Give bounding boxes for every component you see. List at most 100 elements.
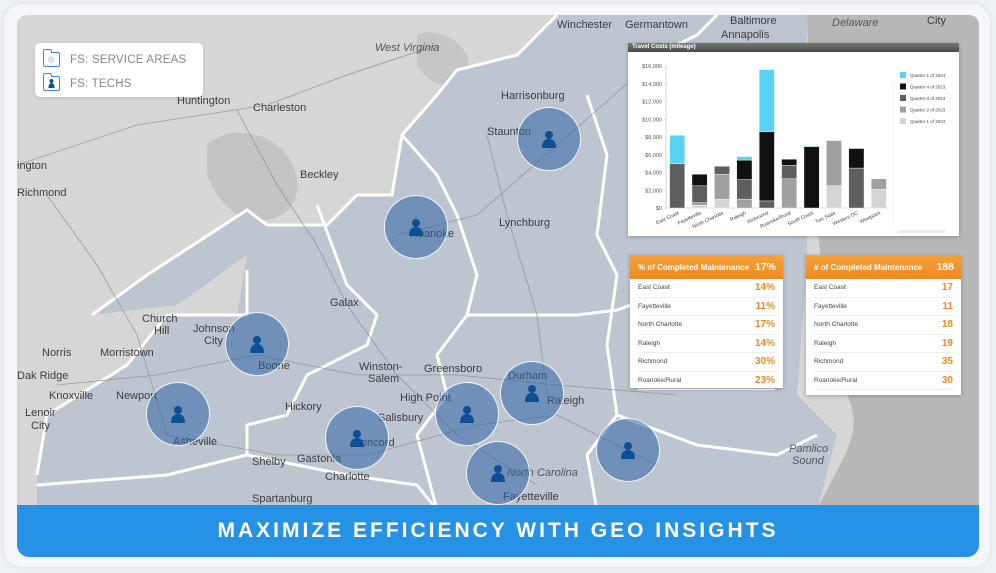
y-tick-label: $0 (656, 206, 662, 212)
legend-label[interactable]: Quarter 1 of 2023 (910, 119, 946, 124)
city-label: Lynchburg (499, 217, 550, 229)
city-label: Beckley (300, 169, 339, 181)
x-tick-label: Westpoint (859, 210, 882, 225)
region-name: Raleigh (638, 339, 661, 347)
legend-label: FS: SERVICE AREAS (70, 53, 187, 66)
bar-segment[interactable] (691, 202, 708, 206)
city-label: City (927, 15, 946, 27)
city-label: Charleston (253, 102, 307, 114)
bar-segment[interactable] (826, 140, 842, 187)
legend-swatch (900, 118, 906, 124)
legend-label[interactable]: Quarter 1 of 2024 (910, 73, 946, 78)
tech-pin[interactable] (596, 418, 660, 482)
person-icon (250, 336, 264, 353)
legend-item-service-areas[interactable]: FS: SERVICE AREAS (42, 49, 187, 67)
bar-segment[interactable] (781, 158, 798, 166)
bar-segment[interactable] (669, 163, 686, 209)
y-tick-label: $16,000 (642, 64, 662, 70)
city-label: Church (142, 313, 178, 325)
city-label: Norris (42, 347, 72, 359)
city-label: Galax (330, 297, 359, 309)
bar-segment[interactable] (870, 178, 887, 190)
count-completed-panel: # of Completed Maintenance 188 East Coas… (806, 255, 961, 395)
tech-pin[interactable] (325, 406, 389, 470)
city-label: Winston- (359, 361, 403, 373)
y-tick-label: $8,000 (645, 135, 662, 141)
tech-pin[interactable] (146, 382, 210, 446)
bar-segment[interactable] (758, 131, 775, 202)
city-label: West Virginia (375, 42, 440, 54)
tech-pin[interactable] (466, 441, 530, 505)
pct-completed-panel: % of Completed Maintenance 17% East Coas… (630, 255, 783, 390)
region-value: 11% (755, 300, 775, 312)
tech-folder-icon (42, 73, 60, 91)
tech-pin[interactable] (435, 382, 499, 446)
bar-segment[interactable] (714, 166, 730, 175)
city-label: Hill (154, 325, 170, 337)
region-name: East Coast (814, 284, 846, 292)
bar-segment[interactable] (669, 135, 686, 164)
legend-item-techs[interactable]: FS: TECHS (42, 73, 132, 91)
bar-segment[interactable] (781, 165, 798, 179)
region-value: 35 (941, 356, 953, 368)
bar-segment[interactable] (714, 198, 730, 209)
stat-row: Roanoke/Rural 23% (638, 372, 775, 390)
city-label: Morristown (100, 347, 154, 359)
bar-segment[interactable] (736, 156, 753, 161)
bar-segment[interactable] (848, 148, 865, 169)
bar-segment[interactable] (691, 205, 708, 209)
travel-costs-chart: $0 $2,000 $4,000 $6,000 $8,000 $10,000 $12,000… (642, 64, 946, 233)
region-value: 18 (941, 319, 953, 331)
city-label: Germantown (625, 19, 688, 31)
bar-segment[interactable] (691, 174, 708, 187)
pct-panel-title: % of Completed Maintenance (638, 262, 750, 272)
city-label: City (31, 420, 50, 432)
legend-scrollbar[interactable] (898, 230, 946, 233)
region-name: Raleigh (814, 339, 837, 347)
legend-label[interactable]: Quarter 3 of 2023 (910, 96, 946, 101)
legend-label[interactable]: Quarter 4 of 2023 (910, 85, 946, 90)
stat-row: Richmond 30% (638, 353, 775, 372)
stat-row: Roanoke/Rural 30 (814, 372, 953, 390)
bar-segment[interactable] (826, 185, 842, 209)
city-label: Dak Ridge (17, 370, 69, 382)
person-icon (525, 385, 539, 402)
bar-segment[interactable] (803, 145, 820, 147)
legend-label[interactable]: Quarter 2 of 2023 (910, 108, 946, 113)
bar-segment[interactable] (758, 200, 775, 209)
bar-segment[interactable] (714, 174, 730, 200)
pct-panel-total: 17% (754, 261, 776, 273)
pct-panel-rows: East Coast 14% Fayetteville 11% North Charlo… (630, 279, 783, 390)
terrain-patch (207, 132, 298, 221)
x-tick-label: South Coast (787, 210, 815, 227)
bar-segment[interactable] (848, 167, 865, 209)
service-area-folder-icon (42, 49, 60, 67)
y-tick-label: $4,000 (645, 171, 662, 177)
region-value: 30 (941, 374, 953, 386)
bar-segment[interactable] (870, 189, 887, 209)
bar-segment[interactable] (691, 185, 708, 203)
region-name: Roanoke/Rural (814, 376, 858, 384)
pct-panel-header: % of Completed Maintenance 17% (630, 255, 783, 279)
bar-segment[interactable] (736, 179, 753, 200)
tech-pin[interactable] (500, 361, 564, 425)
region-value: 30% (754, 356, 775, 368)
city-label: Knoxville (49, 390, 94, 402)
bar-segment[interactable] (781, 178, 798, 209)
region-value: 17% (754, 319, 775, 331)
city-label: Charlotte (325, 471, 370, 483)
tech-pin[interactable] (384, 195, 448, 259)
tech-pin[interactable] (517, 107, 581, 171)
legend-swatch (900, 83, 906, 90)
stat-row: East Coast 17 (814, 279, 953, 298)
tech-pin[interactable] (225, 312, 289, 376)
bar-segment[interactable] (758, 69, 775, 132)
region-name: Richmond (814, 358, 844, 366)
bar-segment[interactable] (736, 159, 753, 180)
y-tick-label: $12,000 (642, 100, 662, 106)
bar-segment[interactable] (736, 198, 753, 209)
region-name: North Charlotte (638, 321, 683, 329)
region-name: North Charlotte (814, 321, 859, 329)
bar-segment[interactable] (803, 146, 820, 209)
person-icon (460, 406, 474, 423)
